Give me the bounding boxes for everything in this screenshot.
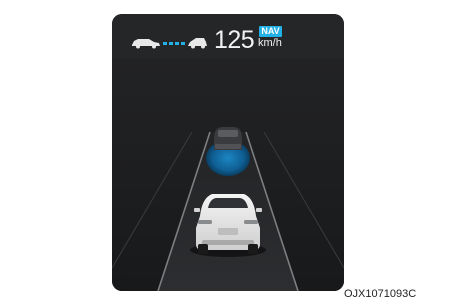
vehicle-distance-icon (132, 38, 207, 49)
distance-dots-icon (163, 42, 185, 45)
cruise-status-bar: 125 NAV km/h (112, 14, 344, 58)
figure-code: OJX1071093C (344, 288, 417, 300)
lead-car-icon (188, 38, 207, 49)
road-scene (112, 58, 344, 291)
set-speed-value: 125 (214, 26, 255, 54)
speed-unit-label: km/h (258, 37, 282, 49)
nav-mode-badge: NAV (259, 26, 282, 37)
cluster-display: 125 NAV km/h (112, 14, 344, 291)
following-car-icon (132, 39, 160, 49)
